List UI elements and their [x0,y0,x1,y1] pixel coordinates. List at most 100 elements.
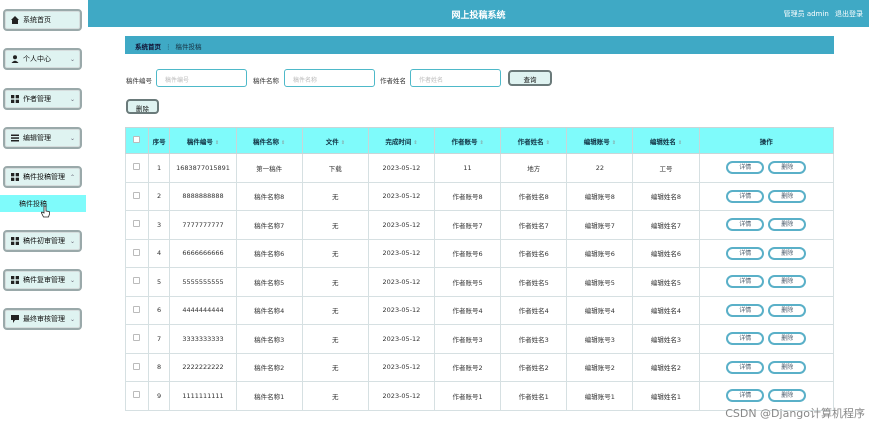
col-header[interactable]: 编辑账号 ⇕ [566,127,634,154]
sidebar-item-final-review[interactable]: 最终审核管理 ⌄ [3,308,82,330]
chevron-down-icon: ⌄ [69,96,75,103]
row-select-cell[interactable] [125,238,149,268]
sidebar-item-home[interactable]: 系统首页 [3,9,82,31]
delete-button[interactable]: 删除 [768,303,807,317]
detail-button[interactable]: 详情 [726,189,765,203]
detail-button[interactable]: 详情 [726,303,765,317]
detail-button[interactable]: 详情 [726,275,765,289]
search-input-name[interactable]: 稿件名称 [284,69,375,87]
table-row: 3 7777777777 稿件名称7 无 2023-05-12 作者账号7 作者姓名7 编辑账… [125,210,835,240]
chevron-down-icon: ⌄ [69,135,75,142]
sidebar: 系统首页 个人中心 ⌄ 作者管理 ⌄ 编辑管理 ⌄ 稿件投稿管理 ⌃ 稿件投稿 … [0,0,88,427]
select-all-cell[interactable] [125,127,149,154]
cell-date: 2023-05-12 [367,352,436,382]
app-title: 网上投稿系统 [451,11,506,21]
select-all-checkbox[interactable] [133,136,141,143]
cell-author-name: 作者姓名1 [500,381,568,411]
cell-actions: 详情 删除 [698,267,835,297]
col-header[interactable]: 编辑姓名 ⇕ [632,127,700,154]
row-checkbox[interactable] [133,334,141,342]
row-checkbox[interactable] [133,391,141,399]
col-header[interactable]: 完成时间 ⇕ [367,127,436,154]
detail-button[interactable]: 详情 [726,360,765,374]
hand-cursor-icon [41,206,50,218]
row-checkbox[interactable] [133,248,141,256]
logout-link[interactable]: 退出登录 [835,10,863,18]
cell-author-name: 作者姓名5 [500,267,568,297]
row-checkbox[interactable] [133,362,141,370]
col-header[interactable]: 稿件编号 ⇕ [169,127,237,154]
detail-button[interactable]: 详情 [726,389,765,403]
cell-code: 6666666666 [169,238,237,268]
delete-button[interactable]: 删除 [768,189,807,203]
delete-button[interactable]: 删除 [768,246,807,260]
table-row: 5 5555555555 稿件名称5 无 2023-05-12 作者账号5 作者姓名5 编辑账… [125,267,835,297]
cell-file[interactable]: 下载 [301,153,369,183]
bulk-delete-button[interactable]: 删除 [126,99,159,114]
cell-code: 2222222222 [169,352,237,382]
sort-icon[interactable]: ⇕ [546,140,550,146]
cell-actions: 详情 删除 [698,295,835,325]
sidebar-item-second-review[interactable]: 稿件复审管理 ⌄ [3,269,82,291]
cell-file: 无 [301,381,369,411]
app-root: 系统首页 个人中心 ⌄ 作者管理 ⌄ 编辑管理 ⌄ 稿件投稿管理 ⌃ 稿件投稿 … [0,0,869,427]
row-select-cell[interactable] [125,381,149,411]
row-checkbox[interactable] [133,277,141,285]
row-select-cell[interactable] [125,324,149,354]
sort-icon[interactable]: ⇕ [281,140,285,146]
detail-button[interactable]: 详情 [726,246,765,260]
sort-icon[interactable]: ⇕ [341,140,345,146]
sort-icon[interactable]: ⇕ [215,140,219,146]
row-select-cell[interactable] [125,210,149,240]
query-button[interactable]: 查询 [508,70,552,86]
cell-editor-acc: 编辑账号8 [566,181,634,211]
breadcrumb-home[interactable]: 系统首页 [135,43,161,51]
watermark: CSDN @Django计算机程序 [725,407,865,420]
delete-button[interactable]: 删除 [768,275,807,289]
cell-no: 1 [147,153,171,183]
sidebar-item-profile[interactable]: 个人中心 ⌄ [3,48,82,70]
sort-icon[interactable]: ⇕ [612,140,616,146]
sort-icon[interactable]: ⇕ [413,140,417,146]
chevron-down-icon: ⌄ [69,277,75,284]
cell-no: 5 [147,267,171,297]
admin-label: 管理员 admin [783,10,829,18]
delete-button[interactable]: 删除 [768,389,807,403]
row-checkbox[interactable] [133,220,141,228]
row-checkbox[interactable] [133,305,141,313]
delete-button[interactable]: 删除 [768,332,807,346]
search-input-author[interactable]: 作者姓名 [410,69,501,87]
row-select-cell[interactable] [125,153,149,183]
row-select-cell[interactable] [125,352,149,382]
top-header: 网上投稿系统 管理员 admin 退出登录 [88,0,869,27]
sidebar-item-submission[interactable]: 稿件投稿管理 ⌃ [3,166,82,188]
row-select-cell[interactable] [125,295,149,325]
search-input-code[interactable]: 稿件编号 [156,69,247,87]
col-header[interactable]: 作者账号 ⇕ [433,127,502,154]
row-checkbox[interactable] [133,191,141,199]
detail-button[interactable]: 详情 [726,161,765,175]
col-header[interactable]: 稿件名称 ⇕ [235,127,303,154]
cell-author-name: 作者姓名8 [500,181,568,211]
row-select-cell[interactable] [125,181,149,211]
sort-icon[interactable]: ⇕ [479,140,483,146]
chevron-down-icon: ⌄ [69,316,75,323]
cell-name: 稿件名称5 [235,267,303,297]
delete-button[interactable]: 删除 [768,161,807,175]
sidebar-item-author[interactable]: 作者管理 ⌄ [3,88,82,110]
cell-file: 无 [301,238,369,268]
sort-icon[interactable]: ⇕ [678,140,682,146]
sidebar-item-editor[interactable]: 编辑管理 ⌄ [3,127,82,149]
cell-code: 7777777777 [169,210,237,240]
cell-actions: 详情 删除 [698,210,835,240]
row-checkbox[interactable] [133,163,141,171]
sidebar-item-first-review[interactable]: 稿件初审管理 ⌄ [3,230,82,252]
detail-button[interactable]: 详情 [726,332,765,346]
col-header[interactable]: 作者姓名 ⇕ [500,127,568,154]
row-select-cell[interactable] [125,267,149,297]
delete-button[interactable]: 删除 [768,218,807,232]
delete-button[interactable]: 删除 [768,360,807,374]
col-header[interactable]: 文件 ⇕ [301,127,369,154]
detail-button[interactable]: 详情 [726,218,765,232]
cell-file: 无 [301,181,369,211]
